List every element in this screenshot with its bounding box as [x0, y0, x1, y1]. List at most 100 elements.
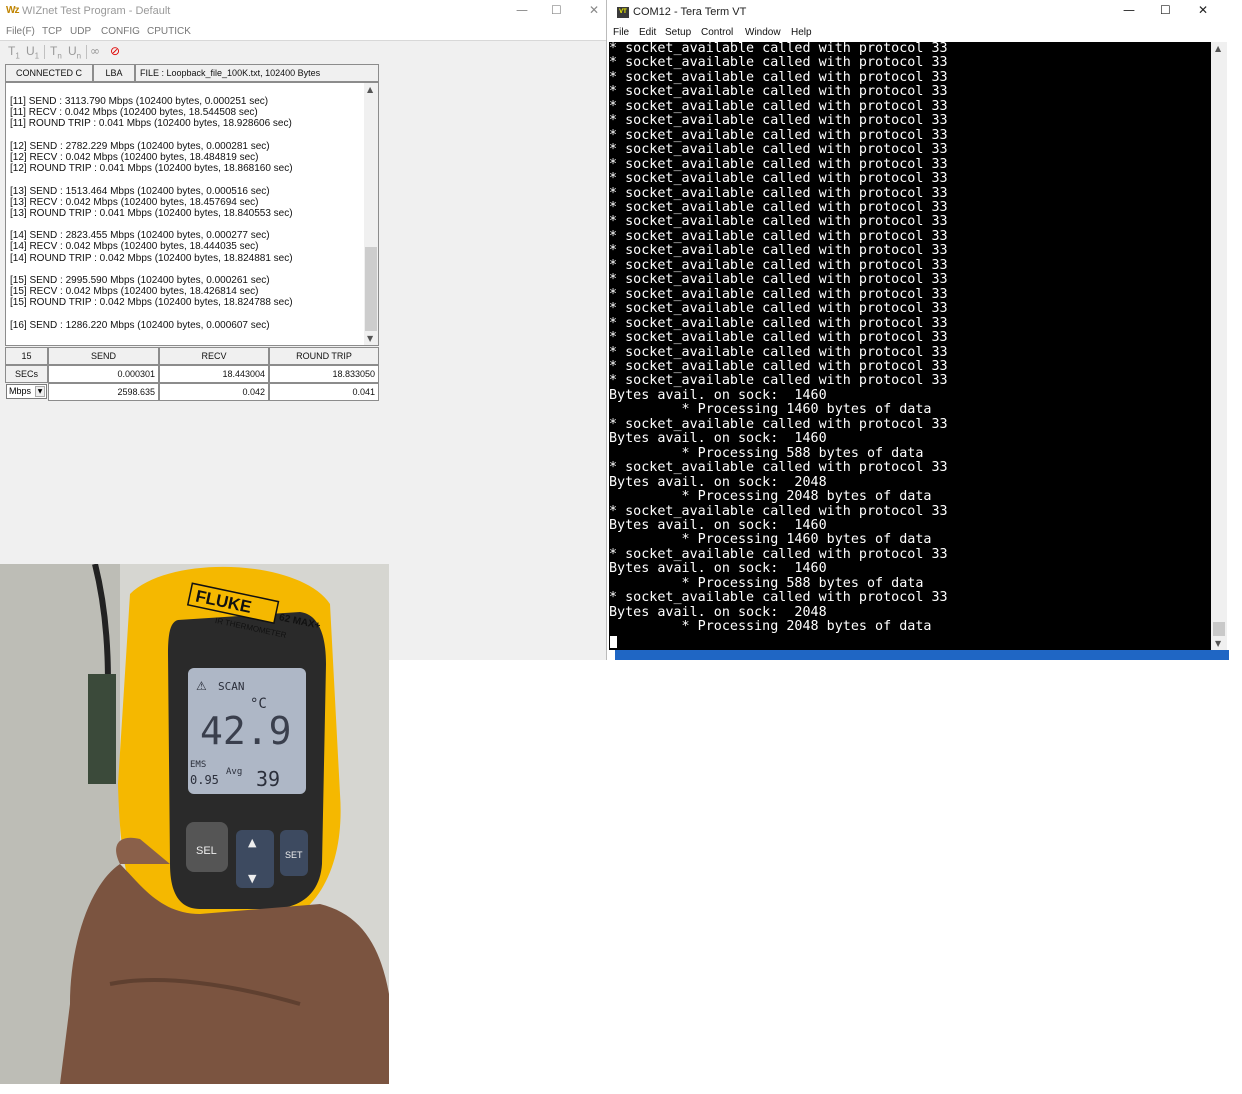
round-trip-header: ROUND TRIP	[269, 347, 379, 365]
terminal-line: * socket_available called with protocol …	[609, 373, 948, 389]
maximize-icon[interactable]: ☐	[1160, 3, 1171, 17]
tcp-single-icon[interactable]: T1	[8, 44, 20, 60]
terminal-line: * Processing 588 bytes of data	[609, 575, 924, 591]
log-line: [13] SEND : 1513.464 Mbps (102400 bytes,…	[10, 185, 270, 197]
warning-icon: ⚠	[196, 679, 207, 693]
terminal-line: * socket_available called with protocol …	[609, 243, 948, 259]
udp-single-icon[interactable]: U1	[26, 44, 39, 60]
log-line: [14] SEND : 2823.455 Mbps (102400 bytes,…	[10, 230, 270, 242]
terminal-line: * socket_available called with protocol …	[609, 272, 948, 288]
emissivity-value: 0.95	[190, 773, 219, 787]
terminal-scrollbar[interactable]: ▲ ▼	[1211, 42, 1227, 650]
wiznet-window: Wz WIZnet Test Program - Default — ☐ ✕ F…	[0, 0, 606, 660]
log-line: [15] RECV : 0.042 Mbps (102400 bytes, 18…	[10, 286, 259, 298]
terminal-line: Bytes avail. on sock: 1460	[609, 561, 827, 577]
terminal-line: * socket_available called with protocol …	[609, 330, 948, 346]
terminal-line: * socket_available called with protocol …	[609, 546, 948, 562]
toolbar-separator	[86, 45, 87, 59]
loop-icon[interactable]: ∞	[90, 44, 100, 58]
log-gap	[10, 264, 365, 275]
menu-tcp[interactable]: TCP	[42, 26, 62, 37]
terminal-line: * socket_available called with protocol …	[609, 55, 948, 71]
terminal-line: * socket_available called with protocol …	[609, 503, 948, 519]
terminal-line: * socket_available called with protocol …	[609, 84, 948, 100]
terminal-screen[interactable]: * socket_available called with protocol …	[609, 42, 1211, 650]
scroll-up-icon[interactable]: ▲	[1215, 44, 1221, 53]
log-line: [11] ROUND TRIP : 0.041 Mbps (102400 byt…	[10, 118, 292, 130]
terminal-line: * Processing 2048 bytes of data	[609, 619, 932, 635]
terminal-line: * socket_available called with protocol …	[609, 113, 948, 129]
scroll-down-icon[interactable]: ▼	[367, 334, 373, 343]
tt-menu-window[interactable]: Window	[745, 27, 781, 38]
terminal-line: * socket_available called with protocol …	[609, 69, 948, 85]
scroll-thumb[interactable]	[365, 247, 377, 331]
terminal-line: * socket_available called with protocol …	[609, 344, 948, 360]
scroll-thumb[interactable]	[1213, 622, 1225, 636]
log-line: [12] ROUND TRIP : 0.041 Mbps (102400 byt…	[10, 163, 293, 175]
wiznet-titlebar[interactable]: Wz WIZnet Test Program - Default — ☐ ✕	[0, 0, 606, 24]
terminal-line: * socket_available called with protocol …	[609, 590, 948, 606]
thermometer-illustration: FLUKE 62 MAX+ IR THERMOMETER ⚠ SCAN °C 4…	[0, 564, 389, 1084]
round-trip-rate: 0.041	[269, 383, 379, 401]
terminal-line: * socket_available called with protocol …	[609, 142, 948, 158]
round-trip-secs: 18.833050	[269, 365, 379, 383]
menu-udp[interactable]: UDP	[70, 26, 91, 37]
log-line: [16] SEND : 1286.220 Mbps (102400 bytes,…	[10, 319, 270, 331]
log-scrollbar[interactable]: ▲ ▼	[364, 83, 378, 345]
terminal-line: Bytes avail. on sock: 1460	[609, 517, 827, 533]
log-line: [12] SEND : 2782.229 Mbps (102400 bytes,…	[10, 140, 270, 152]
terminal-line: * Processing 2048 bytes of data	[609, 489, 932, 505]
minimize-icon[interactable]: —	[516, 3, 528, 17]
scroll-down-icon[interactable]: ▼	[1215, 639, 1221, 648]
udp-multi-icon[interactable]: Un	[68, 44, 81, 60]
recv-rate: 0.042	[159, 383, 269, 401]
terminal-line: * socket_available called with protocol …	[609, 315, 948, 331]
log-line: [12] RECV : 0.042 Mbps (102400 bytes, 18…	[10, 151, 259, 163]
avg-value: 39	[256, 767, 280, 791]
terminal-line: * socket_available called with protocol …	[609, 301, 948, 317]
lba-status: LBA	[93, 64, 135, 82]
terminal-line: * socket_available called with protocol …	[609, 98, 948, 114]
scroll-up-icon[interactable]: ▲	[367, 85, 373, 94]
send-header: SEND	[48, 347, 159, 365]
tcp-multi-icon[interactable]: Tn	[50, 44, 62, 60]
arrow-down-icon: ▼	[248, 872, 257, 885]
terminal-line: * Processing 588 bytes of data	[609, 445, 924, 461]
teraterm-titlebar[interactable]: VT COM12 - Tera Term VT — ☐ ✕	[607, 0, 1229, 24]
log-line: [14] ROUND TRIP : 0.042 Mbps (102400 byt…	[10, 252, 293, 264]
tt-menu-edit[interactable]: Edit	[639, 27, 656, 38]
menu-file[interactable]: File(F)	[6, 26, 35, 37]
thermometer-photo: FLUKE 62 MAX+ IR THERMOMETER ⚠ SCAN °C 4…	[0, 564, 389, 1084]
wiznet-window-title: WIZnet Test Program - Default	[22, 5, 171, 17]
teraterm-window-title: COM12 - Tera Term VT	[633, 6, 747, 18]
unit-select[interactable]: Mbps ▼	[6, 384, 47, 399]
menu-config[interactable]: CONFIG	[101, 26, 140, 37]
tt-menu-control[interactable]: Control	[701, 27, 733, 38]
log-line: [15] SEND : 2995.590 Mbps (102400 bytes,…	[10, 275, 270, 286]
close-icon[interactable]: ✕	[1198, 3, 1208, 17]
stop-icon[interactable]: ⊘	[110, 44, 120, 58]
teraterm-window: VT COM12 - Tera Term VT — ☐ ✕ File Edit …	[606, 0, 1229, 660]
log-line: [15] ROUND TRIP : 0.042 Mbps (102400 byt…	[10, 297, 293, 309]
tt-menu-setup[interactable]: Setup	[665, 27, 691, 38]
result-log[interactable]: [11] SEND : 3113.790 Mbps (102400 bytes,…	[5, 82, 379, 346]
tt-menu-file[interactable]: File	[613, 27, 629, 38]
connection-status: CONNECTED C	[5, 64, 93, 82]
teraterm-app-icon: VT	[617, 7, 629, 18]
chevron-down-icon[interactable]: ▼	[35, 386, 45, 397]
terminal-line: * socket_available called with protocol …	[609, 185, 948, 201]
maximize-icon[interactable]: ☐	[551, 3, 562, 17]
menu-cputick[interactable]: CPUTICK	[147, 26, 191, 37]
minimize-icon[interactable]: —	[1123, 3, 1135, 17]
wiznet-menubar: File(F) TCP UDP CONFIG CPUTICK	[0, 24, 606, 40]
terminal-line: Bytes avail. on sock: 2048	[609, 474, 827, 490]
scan-label: SCAN	[218, 680, 245, 693]
terminal-line: Bytes avail. on sock: 2048	[609, 604, 827, 620]
terminal-line: * socket_available called with protocol …	[609, 358, 948, 374]
log-line: [11] RECV : 0.042 Mbps (102400 bytes, 18…	[10, 107, 258, 119]
circuit-board	[88, 674, 116, 784]
close-icon[interactable]: ✕	[589, 3, 599, 17]
terminal-line: * socket_available called with protocol …	[609, 156, 948, 172]
log-line: [13] RECV : 0.042 Mbps (102400 bytes, 18…	[10, 196, 259, 208]
tt-menu-help[interactable]: Help	[791, 27, 812, 38]
